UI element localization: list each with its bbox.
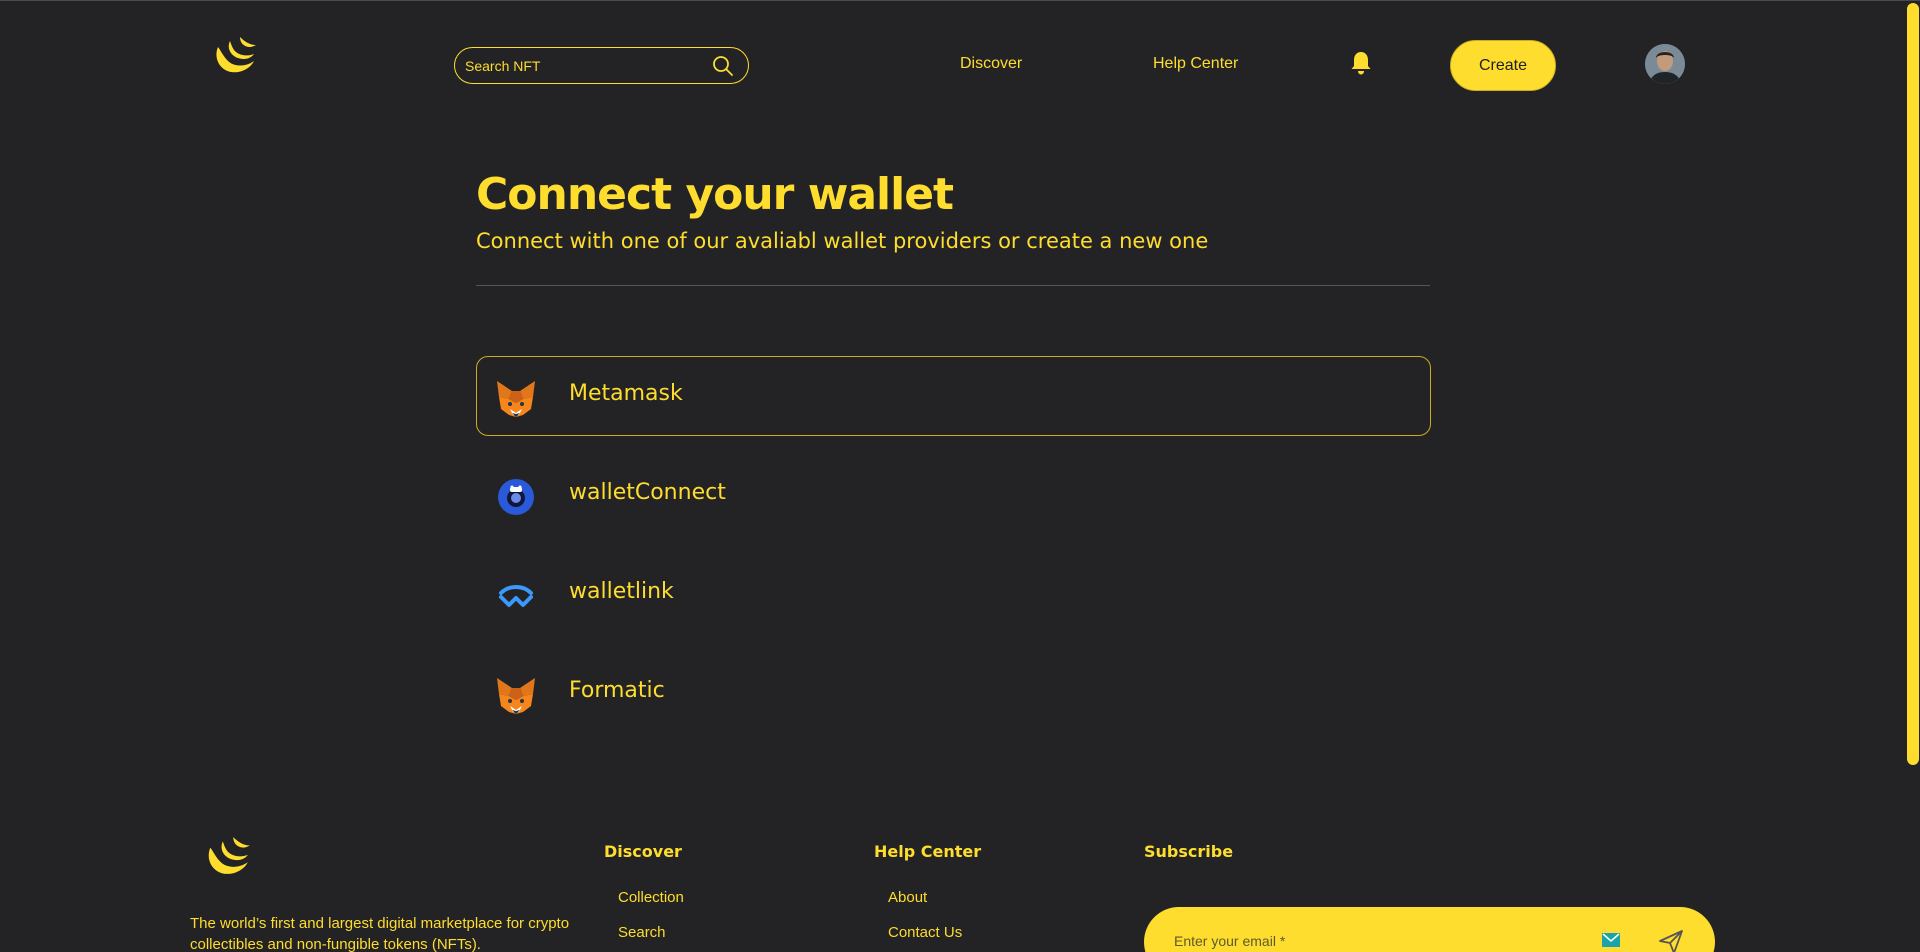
wallet-option-walletconnect[interactable]: walletConnect (476, 455, 1431, 535)
footer-link-search[interactable]: Search (618, 924, 666, 941)
nav-discover-link[interactable]: Discover (960, 55, 1022, 73)
wallet-label: walletConnect (569, 480, 726, 505)
page: Discover Help Center Create Connect your… (0, 1, 1906, 952)
page-subtitle: Connect with one of our avaliabl wallet … (476, 229, 1209, 253)
wallet-label: walletlink (569, 579, 674, 604)
notification-bell-icon[interactable] (1349, 50, 1373, 76)
scrollbar-thumb[interactable] (1907, 3, 1919, 765)
send-icon[interactable] (1658, 929, 1684, 952)
walletlink-icon (499, 585, 533, 607)
footer-heading-discover: Discover (604, 842, 682, 861)
logo-icon[interactable] (210, 33, 258, 81)
footer-link-collection[interactable]: Collection (618, 889, 684, 906)
footer-heading-subscribe: Subscribe (1144, 842, 1234, 861)
search-bar[interactable] (454, 47, 749, 84)
metamask-fox-icon (497, 381, 535, 417)
search-input[interactable] (465, 54, 705, 78)
search-icon[interactable] (712, 55, 734, 77)
footer-link-contact-us[interactable]: Contact Us (888, 924, 962, 941)
wallet-label: Metamask (569, 381, 683, 406)
metamask-fox-icon (497, 678, 535, 714)
wallet-option-formatic[interactable]: Formatic (476, 653, 1431, 733)
wallet-option-walletlink[interactable]: walletlink (476, 554, 1431, 634)
footer-link-about[interactable]: About (888, 889, 927, 906)
vertical-scrollbar[interactable] (1906, 1, 1920, 952)
footer-description: The world’s first and largest digital ma… (190, 915, 570, 952)
subscribe-email-input[interactable] (1174, 929, 1534, 952)
mail-icon (1602, 933, 1620, 947)
wallet-option-metamask[interactable]: Metamask (476, 356, 1431, 436)
user-avatar[interactable] (1645, 44, 1685, 84)
page-title: Connect your wallet (476, 169, 954, 220)
footer-heading-help-center: Help Center (874, 842, 982, 861)
walletconnect-icon (498, 479, 534, 515)
footer-logo-icon[interactable] (199, 833, 255, 883)
subscribe-form (1144, 907, 1715, 952)
create-button[interactable]: Create (1450, 40, 1556, 91)
wallet-label: Formatic (569, 678, 665, 703)
divider (476, 285, 1430, 286)
nav-help-center-link[interactable]: Help Center (1153, 55, 1238, 73)
